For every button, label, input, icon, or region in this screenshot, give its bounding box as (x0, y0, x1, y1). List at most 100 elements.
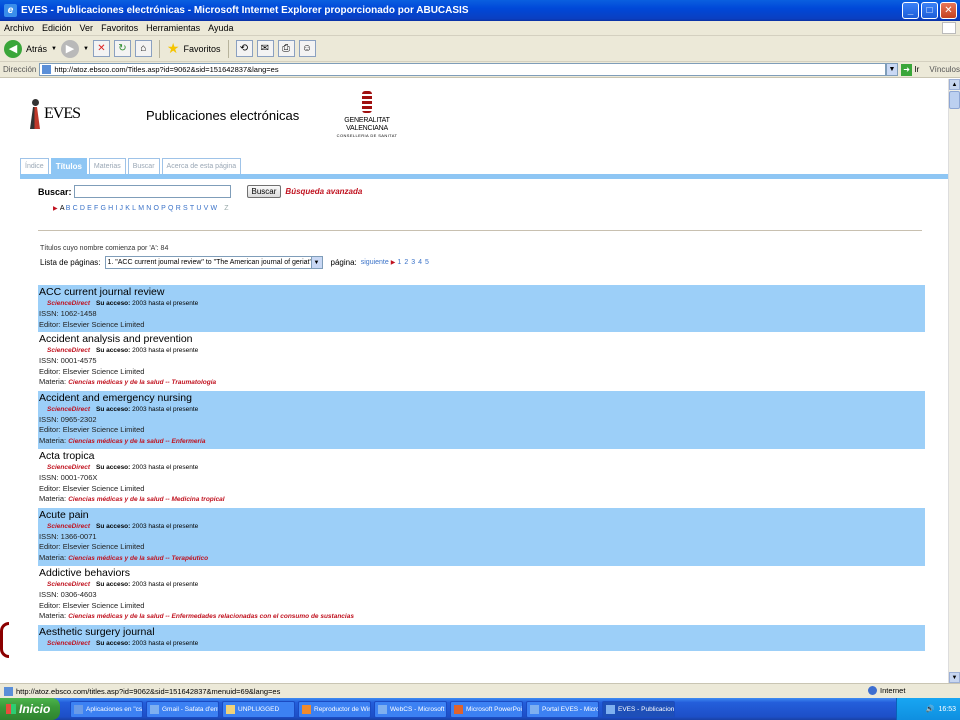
tab-acerca[interactable]: Acerca de esta página (161, 158, 242, 174)
taskbar-button[interactable]: Reproductor de Wind... (298, 700, 371, 718)
alpha-letter-p[interactable]: P (161, 205, 166, 212)
chevron-down-icon[interactable]: ▼ (310, 257, 322, 268)
scroll-thumb[interactable] (949, 91, 960, 109)
alpha-letter-i[interactable]: I (115, 205, 117, 212)
alpha-letter-q[interactable]: Q (168, 205, 174, 212)
menu-archivo[interactable]: Archivo (4, 23, 34, 33)
subject-link[interactable]: Ciencias médicas y de la salud -- Enferm… (68, 438, 205, 445)
journal-title-link[interactable]: Acute pain (39, 509, 924, 522)
page-number-link[interactable]: 5 (425, 259, 429, 266)
page-number-link[interactable]: 4 (418, 259, 422, 266)
search-button[interactable]: Buscar (246, 185, 282, 198)
alpha-letter-b[interactable]: B (66, 205, 71, 212)
maximize-button[interactable]: □ (921, 2, 938, 19)
go-arrow-icon[interactable]: ➜ (900, 63, 913, 76)
minimize-button[interactable]: _ (902, 2, 919, 19)
provider-link[interactable]: ScienceDirect (47, 300, 90, 307)
taskbar-button[interactable]: Aplicaciones en "cs.s... (70, 700, 143, 718)
tab-buscar[interactable]: Buscar (127, 158, 160, 174)
provider-link[interactable]: ScienceDirect (47, 347, 90, 354)
search-input[interactable] (73, 185, 231, 198)
taskbar-button[interactable]: UNPLUGGED (222, 700, 295, 718)
home-icon[interactable]: ⌂ (134, 40, 152, 57)
page-number-link[interactable]: 2 (404, 259, 408, 266)
favorites-star-icon[interactable]: ★ (167, 40, 180, 57)
history-icon[interactable]: ⟲ (235, 40, 253, 57)
journal-title-link[interactable]: Aesthetic surgery journal (39, 626, 924, 639)
menu-ayuda[interactable]: Ayuda (208, 23, 233, 33)
alpha-letter-o[interactable]: O (154, 205, 160, 212)
vertical-scrollbar[interactable]: ▲ ▼ (948, 79, 960, 683)
page-range-select[interactable]: 1. "ACC current journal review" to "The … (104, 256, 323, 269)
tab-materias[interactable]: Materias (88, 158, 126, 174)
journal-title-link[interactable]: ACC current journal review (39, 286, 924, 299)
journal-title-link[interactable]: Acta tropica (39, 450, 924, 463)
taskbar-button[interactable]: Microsoft PowerPoint ... (450, 700, 523, 718)
alpha-letter-w[interactable]: W (210, 205, 217, 212)
taskbar-button[interactable]: Gmail - Safata d'entra... (146, 700, 219, 718)
provider-link[interactable]: ScienceDirect (47, 581, 90, 588)
alpha-letter-r[interactable]: R (176, 205, 181, 212)
address-input[interactable]: http://atoz.ebsco.com/Titles.asp?id=9062… (39, 63, 887, 76)
alpha-letter-k[interactable]: K (125, 205, 130, 212)
messenger-icon[interactable]: ☺ (298, 40, 316, 57)
taskbar-button[interactable]: WebCS - Microsoft In... (374, 700, 447, 718)
refresh-icon[interactable]: ↻ (113, 40, 131, 57)
provider-link[interactable]: ScienceDirect (47, 523, 90, 530)
taskbar-button[interactable]: Portal EVES - Microso... (526, 700, 599, 718)
alpha-letter-c[interactable]: C (73, 205, 78, 212)
alpha-letter-h[interactable]: H (108, 205, 113, 212)
tab-titulos[interactable]: Títulos (50, 158, 87, 174)
alpha-letter-u[interactable]: U (196, 205, 201, 212)
alpha-letter-s[interactable]: S (183, 205, 188, 212)
journal-title-link[interactable]: Accident analysis and prevention (39, 333, 924, 346)
mail-icon[interactable]: ✉ (256, 40, 274, 57)
alpha-letter-l[interactable]: L (132, 205, 136, 212)
back-dropdown-icon[interactable]: ▼ (51, 46, 57, 52)
scroll-up-icon[interactable]: ▲ (949, 79, 960, 90)
print-icon[interactable]: ⎙ (277, 40, 295, 57)
subject-link[interactable]: Ciencias médicas y de la salud -- Enferm… (68, 613, 354, 620)
volume-icon[interactable]: 🔊 (926, 705, 935, 713)
scroll-down-icon[interactable]: ▼ (949, 672, 960, 683)
page-number-link[interactable]: 3 (411, 259, 415, 266)
start-button[interactable]: Inicio (0, 698, 60, 720)
next-page-link[interactable]: siguiente (361, 259, 389, 266)
alpha-letter-m[interactable]: M (138, 205, 144, 212)
menu-favoritos[interactable]: Favoritos (101, 23, 138, 33)
alpha-letter-j[interactable]: J (120, 205, 124, 212)
provider-link[interactable]: ScienceDirect (47, 406, 90, 413)
page-number-link[interactable]: 1 (397, 259, 401, 266)
links-label[interactable]: Vínculos (929, 65, 960, 74)
subject-link[interactable]: Ciencias médicas y de la salud -- Medici… (68, 496, 224, 503)
alpha-letter-f[interactable]: F (94, 205, 98, 212)
journal-title-link[interactable]: Addictive behaviors (39, 567, 924, 580)
address-dropdown-icon[interactable]: ▼ (886, 63, 898, 76)
alpha-letter-e[interactable]: E (87, 205, 92, 212)
alpha-letter-g[interactable]: G (100, 205, 106, 212)
alpha-letter-z[interactable]: Z (224, 205, 228, 212)
go-button-label[interactable]: Ir (914, 65, 919, 74)
forward-dropdown-icon[interactable]: ▼ (83, 46, 89, 52)
forward-arrow-icon[interactable]: ▶ (60, 39, 79, 58)
stop-icon[interactable]: ✕ (92, 40, 110, 57)
back-arrow-icon[interactable]: ◀ (4, 39, 22, 58)
tab-indice[interactable]: Índice (20, 158, 49, 174)
favorites-button-label[interactable]: Favoritos (183, 44, 220, 54)
provider-link[interactable]: ScienceDirect (47, 464, 90, 471)
close-button[interactable]: ✕ (940, 2, 957, 19)
menu-edicion[interactable]: Edición (42, 23, 72, 33)
advanced-search-link[interactable]: Búsqueda avanzada (285, 187, 362, 196)
subject-link[interactable]: Ciencias médicas y de la salud -- Trauma… (68, 379, 216, 386)
menu-herramientas[interactable]: Herramientas (146, 23, 200, 33)
journal-title-link[interactable]: Accident and emergency nursing (39, 392, 924, 405)
back-button-label[interactable]: Atrás (26, 44, 47, 54)
provider-link[interactable]: ScienceDirect (47, 640, 90, 647)
eves-logo[interactable]: EVES (28, 99, 88, 139)
taskbar-button[interactable]: EVES - Publicaciones ... (602, 700, 675, 718)
menu-ver[interactable]: Ver (80, 23, 94, 33)
alpha-letter-n[interactable]: N (146, 205, 151, 212)
subject-link[interactable]: Ciencias médicas y de la salud -- Terapé… (68, 555, 208, 562)
alpha-letter-t[interactable]: T (190, 205, 194, 212)
alpha-letter-v[interactable]: V (204, 205, 209, 212)
